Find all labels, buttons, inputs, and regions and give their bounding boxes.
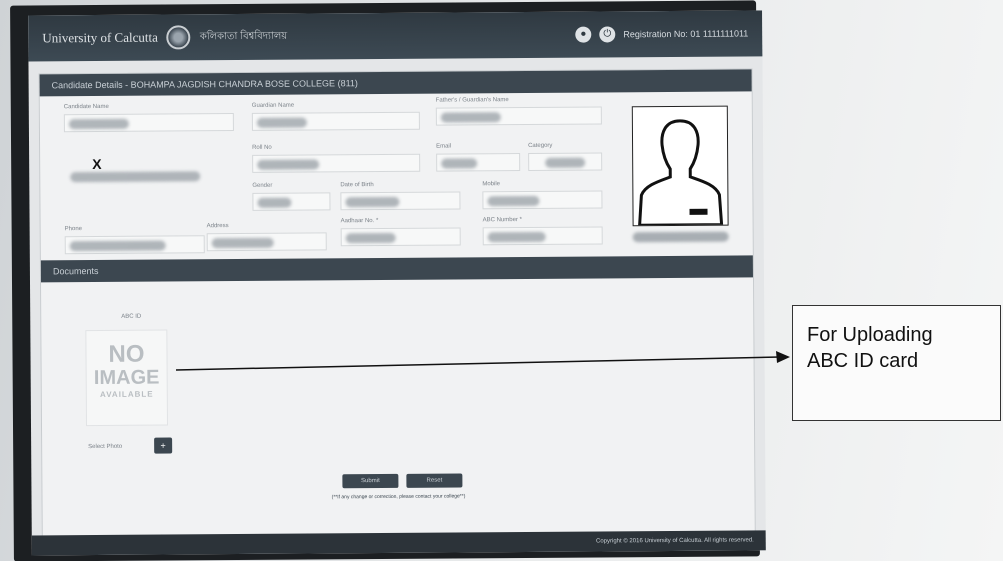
- arrow-icon: [175, 351, 790, 371]
- annotation-line: For Uploading: [807, 324, 933, 346]
- annotation-line: ABC ID card: [807, 350, 919, 372]
- annotation-callout: For Uploading ABC ID card: [792, 305, 1001, 421]
